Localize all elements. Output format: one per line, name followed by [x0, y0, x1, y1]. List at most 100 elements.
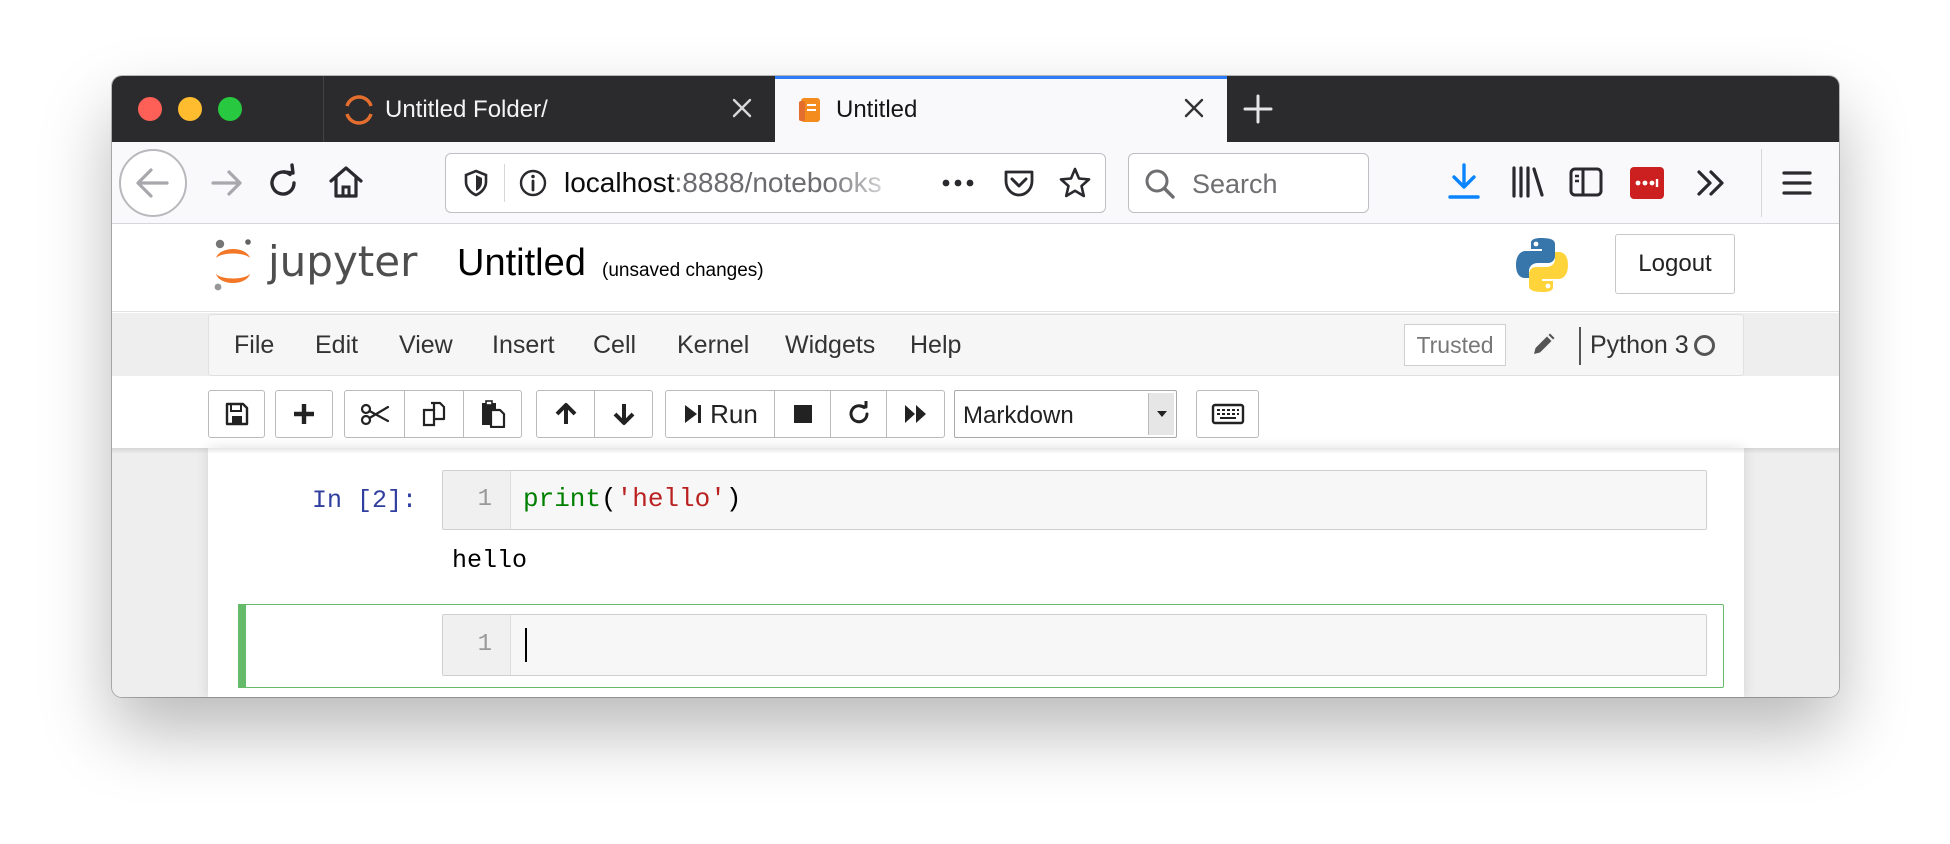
trusted-indicator[interactable]: Trusted — [1404, 324, 1506, 366]
save-button[interactable] — [208, 390, 265, 438]
cell-type-select[interactable]: Markdown — [954, 390, 1177, 438]
new-tab-icon[interactable] — [1242, 93, 1274, 125]
code-line[interactable]: print('hello') — [523, 484, 741, 514]
menu-edit[interactable]: Edit — [315, 331, 358, 360]
arrow-down-icon — [613, 404, 634, 425]
tab-untitled[interactable]: Untitled — [775, 76, 1227, 142]
menu-kernel[interactable]: Kernel — [677, 331, 749, 360]
pocket-icon[interactable] — [1002, 167, 1036, 199]
menu-view[interactable]: View — [399, 331, 453, 360]
url-separator — [504, 164, 505, 202]
restart-kernel-button[interactable] — [830, 390, 887, 438]
tab-title: Untitled Folder/ — [385, 96, 548, 123]
save-status: (unsaved changes) — [602, 260, 764, 281]
toolbar-divider — [1761, 149, 1762, 217]
jupyter-logo-mark-icon: jupyter — [214, 237, 418, 291]
notebook-title[interactable]: Untitled — [457, 242, 586, 285]
url-host: localhost — [564, 167, 675, 198]
zoom-window-button[interactable] — [218, 97, 242, 121]
browser-window: Untitled Folder/ Untitled localhost:8888… — [112, 76, 1839, 697]
tab-title: Untitled — [836, 96, 918, 123]
menu-cell[interactable]: Cell — [593, 331, 636, 360]
close-tab-icon[interactable] — [727, 93, 757, 123]
menu-file[interactable]: File — [234, 331, 274, 360]
interrupt-kernel-button[interactable] — [774, 390, 831, 438]
line-number: 1 — [477, 486, 492, 513]
arrow-up-icon — [555, 403, 576, 424]
line-number: 1 — [477, 631, 492, 658]
forward-arrow-icon[interactable] — [207, 163, 247, 203]
select-arrow[interactable] — [1148, 393, 1174, 435]
insert-cell-button[interactable] — [275, 390, 333, 438]
kernel-idle-indicator — [1694, 335, 1715, 356]
reload-icon[interactable] — [263, 163, 303, 203]
move-up-button[interactable] — [536, 390, 595, 438]
jupyter-header: jupyter Untitled (unsaved changes) Logou… — [112, 224, 1839, 312]
jupyter-logo[interactable]: jupyter — [212, 236, 432, 303]
back-button[interactable] — [119, 149, 187, 217]
edit-pencil-icon[interactable] — [1530, 332, 1556, 358]
stop-icon — [793, 405, 812, 423]
cell-type-value: Markdown — [963, 402, 1074, 429]
address-bar[interactable]: localhost:8888/notebooks — [445, 153, 1106, 213]
library-icon[interactable] — [1510, 164, 1546, 200]
tab-strip: Untitled Folder/ Untitled — [112, 76, 1839, 142]
command-palette-button[interactable] — [1196, 390, 1259, 438]
close-window-button[interactable] — [138, 97, 162, 121]
line-gutter: 1 — [443, 471, 511, 529]
menu-insert[interactable]: Insert — [492, 331, 555, 360]
paste-icon — [481, 400, 505, 428]
home-icon[interactable] — [326, 162, 366, 202]
shield-icon[interactable] — [461, 168, 491, 198]
search-icon — [1145, 169, 1175, 199]
bookmark-star-icon[interactable] — [1057, 165, 1093, 201]
restart-run-all-button[interactable] — [886, 390, 945, 438]
empty-cell-editor[interactable]: 1 — [442, 614, 1707, 676]
clipboard-group — [344, 390, 522, 438]
arrow-left-icon — [136, 168, 169, 198]
url-fade — [826, 154, 906, 212]
paste-button[interactable] — [463, 390, 522, 438]
minimize-window-button[interactable] — [178, 97, 202, 121]
selected-cell-bar — [238, 604, 246, 688]
logout-button[interactable]: Logout — [1615, 234, 1735, 294]
menubar: File Edit View Insert Cell Kernel Widget… — [208, 314, 1744, 376]
cell-output: hello — [452, 546, 528, 575]
menu-widgets[interactable]: Widgets — [785, 331, 875, 360]
hamburger-menu-icon[interactable] — [1779, 165, 1815, 201]
extension-dots-icon — [1635, 179, 1659, 187]
search-bar[interactable]: Search — [1128, 153, 1369, 213]
run-button[interactable]: Run — [665, 390, 775, 438]
copy-button[interactable] — [404, 390, 464, 438]
code-paren-close: ) — [725, 484, 742, 514]
info-icon[interactable] — [518, 168, 548, 198]
overflow-chevrons-icon[interactable] — [1693, 165, 1729, 201]
code-paren-open: ( — [601, 484, 617, 514]
notebook-favicon-icon — [799, 98, 820, 122]
plus-icon — [294, 404, 314, 424]
download-icon[interactable] — [1446, 162, 1482, 202]
close-tab-icon[interactable] — [1179, 93, 1209, 123]
header-shadow — [112, 448, 1839, 454]
scissors-icon — [360, 403, 389, 426]
cut-button[interactable] — [344, 390, 405, 438]
kernel-separator — [1579, 327, 1581, 365]
extension-icon[interactable] — [1630, 167, 1664, 199]
move-group — [536, 390, 653, 438]
page-actions-icon[interactable] — [940, 170, 976, 196]
code-cell-editor[interactable]: 1 print('hello') — [442, 470, 1707, 530]
sidebar-icon[interactable] — [1568, 165, 1604, 199]
tab-untitled-folder[interactable]: Untitled Folder/ — [323, 76, 775, 142]
jupyter-logo-text: jupyter — [267, 237, 418, 286]
run-label: Run — [710, 398, 758, 429]
navigation-bar: localhost:8888/notebooks Search — [112, 142, 1839, 224]
move-down-button[interactable] — [594, 390, 653, 438]
floppy-disk-icon — [225, 402, 248, 426]
keyboard-icon — [1211, 403, 1244, 425]
insert-group — [275, 390, 333, 438]
line-gutter: 1 — [443, 615, 511, 675]
menu-help[interactable]: Help — [910, 331, 961, 360]
step-forward-icon — [685, 405, 702, 423]
kernel-name[interactable]: Python 3 — [1590, 331, 1689, 360]
jupyter-favicon-icon — [345, 95, 373, 125]
